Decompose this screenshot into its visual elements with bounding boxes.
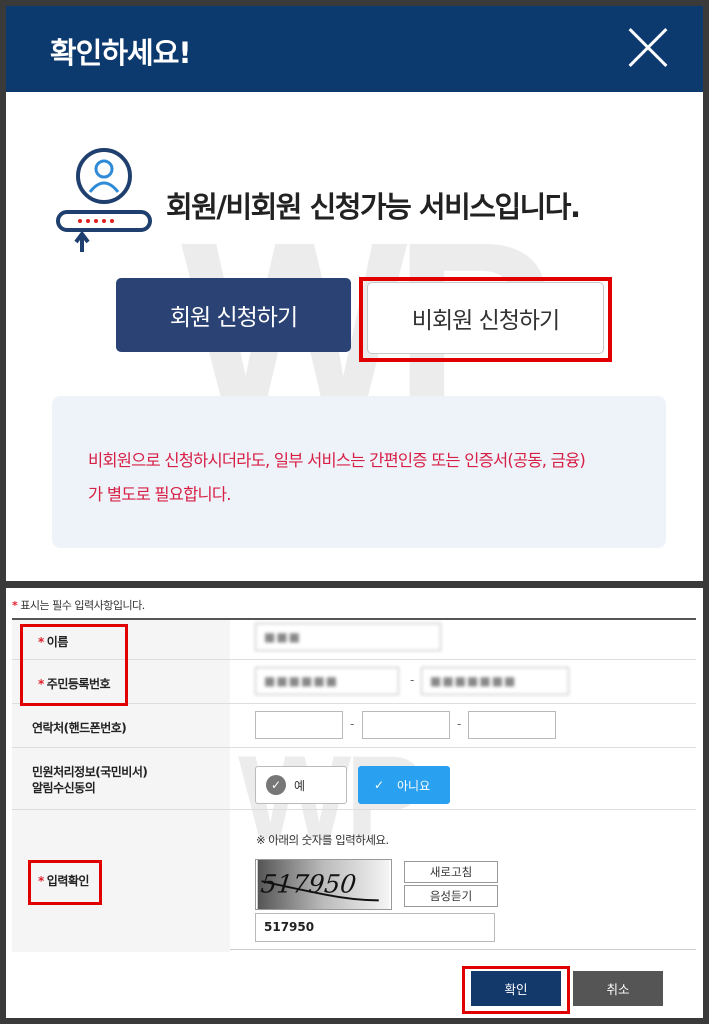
form-row-phone: 연락처(핸드폰번호) - - <box>12 704 696 748</box>
cancel-button[interactable]: 취소 <box>573 971 663 1006</box>
phone-input-2[interactable] <box>362 711 450 739</box>
confirm-button[interactable]: 확인 <box>471 971 561 1006</box>
captcha-input[interactable]: 517950 <box>255 913 495 942</box>
audio-button[interactable]: 음성듣기 <box>404 885 498 907</box>
service-select-modal: 확인하세요! WP 회원/비회원 신청가능 서비스입니다. 회원 신청하기 비회… <box>6 6 703 581</box>
consent-no-label: 아니요 <box>397 778 431 793</box>
phone-input-3[interactable] <box>468 711 556 739</box>
notice-line-2: 가 별도로 필요합니다. <box>88 485 232 504</box>
consent-label-line-2: 알림수신동의 <box>32 781 96 795</box>
dash: - <box>410 673 415 687</box>
captcha-image: 517950 <box>255 859 392 910</box>
check-icon: ✓ <box>373 778 385 792</box>
highlight-box <box>20 624 128 706</box>
form-row-consent: 민원처리정보(국민비서) 알림수신동의 <box>12 748 696 810</box>
consent-yes-toggle[interactable]: ✓ 예 <box>255 766 347 804</box>
nonmember-apply-button[interactable]: 비회원 신청하기 <box>367 282 604 354</box>
refresh-button[interactable]: 새로고침 <box>404 861 498 883</box>
modal-header: 확인하세요! <box>6 6 703 92</box>
required-note: * 표시는 필수 입력사항입니다. <box>12 597 145 613</box>
consent-label: 민원처리정보(국민비서) 알림수신동의 <box>32 764 148 796</box>
dash: - <box>457 717 462 731</box>
consent-label-line-1: 민원처리정보(국민비서) <box>32 765 148 779</box>
consent-yes-label: 예 <box>294 778 306 793</box>
modal-title: 확인하세요! <box>50 36 192 70</box>
required-note-text: 표시는 필수 입력사항입니다. <box>20 599 145 612</box>
highlight-box <box>28 860 102 905</box>
notice-box: 비회원으로 신청하시더라도, 일부 서비스는 간편인증 또는 인증서(공동, 금… <box>52 396 666 548</box>
phone-input-1[interactable] <box>255 711 343 739</box>
consent-no-toggle[interactable]: ✓ 아니요 <box>358 766 450 804</box>
notice-text: 비회원으로 신청하시더라도, 일부 서비스는 간편인증 또는 인증서(공동, 금… <box>88 444 648 512</box>
rrn-front-input[interactable]: ■■■■■■ <box>255 667 399 695</box>
service-headline: 회원/비회원 신청가능 서비스입니다. <box>166 190 581 224</box>
close-icon[interactable] <box>626 26 670 70</box>
notice-line-1: 비회원으로 신청하시더라도, 일부 서비스는 간편인증 또는 인증서(공동, 금… <box>88 451 586 470</box>
member-apply-button[interactable]: 회원 신청하기 <box>116 278 351 352</box>
name-input[interactable]: ■■■ <box>255 623 441 651</box>
check-icon: ✓ <box>266 775 286 795</box>
dash: - <box>350 717 355 731</box>
captcha-hint: ※ 아래의 숫자를 입력하세요. <box>256 833 389 847</box>
required-asterisk: * <box>12 599 18 612</box>
application-form: WP *표시는 필수 입력사항입니다. *이름 ■■■ *주민등록번호 ■■■■… <box>6 588 703 1018</box>
rrn-back-input[interactable]: ■■■■■■■ <box>421 667 569 695</box>
phone-label: 연락처(핸드폰번호) <box>32 721 127 735</box>
user-login-icon <box>56 148 152 252</box>
